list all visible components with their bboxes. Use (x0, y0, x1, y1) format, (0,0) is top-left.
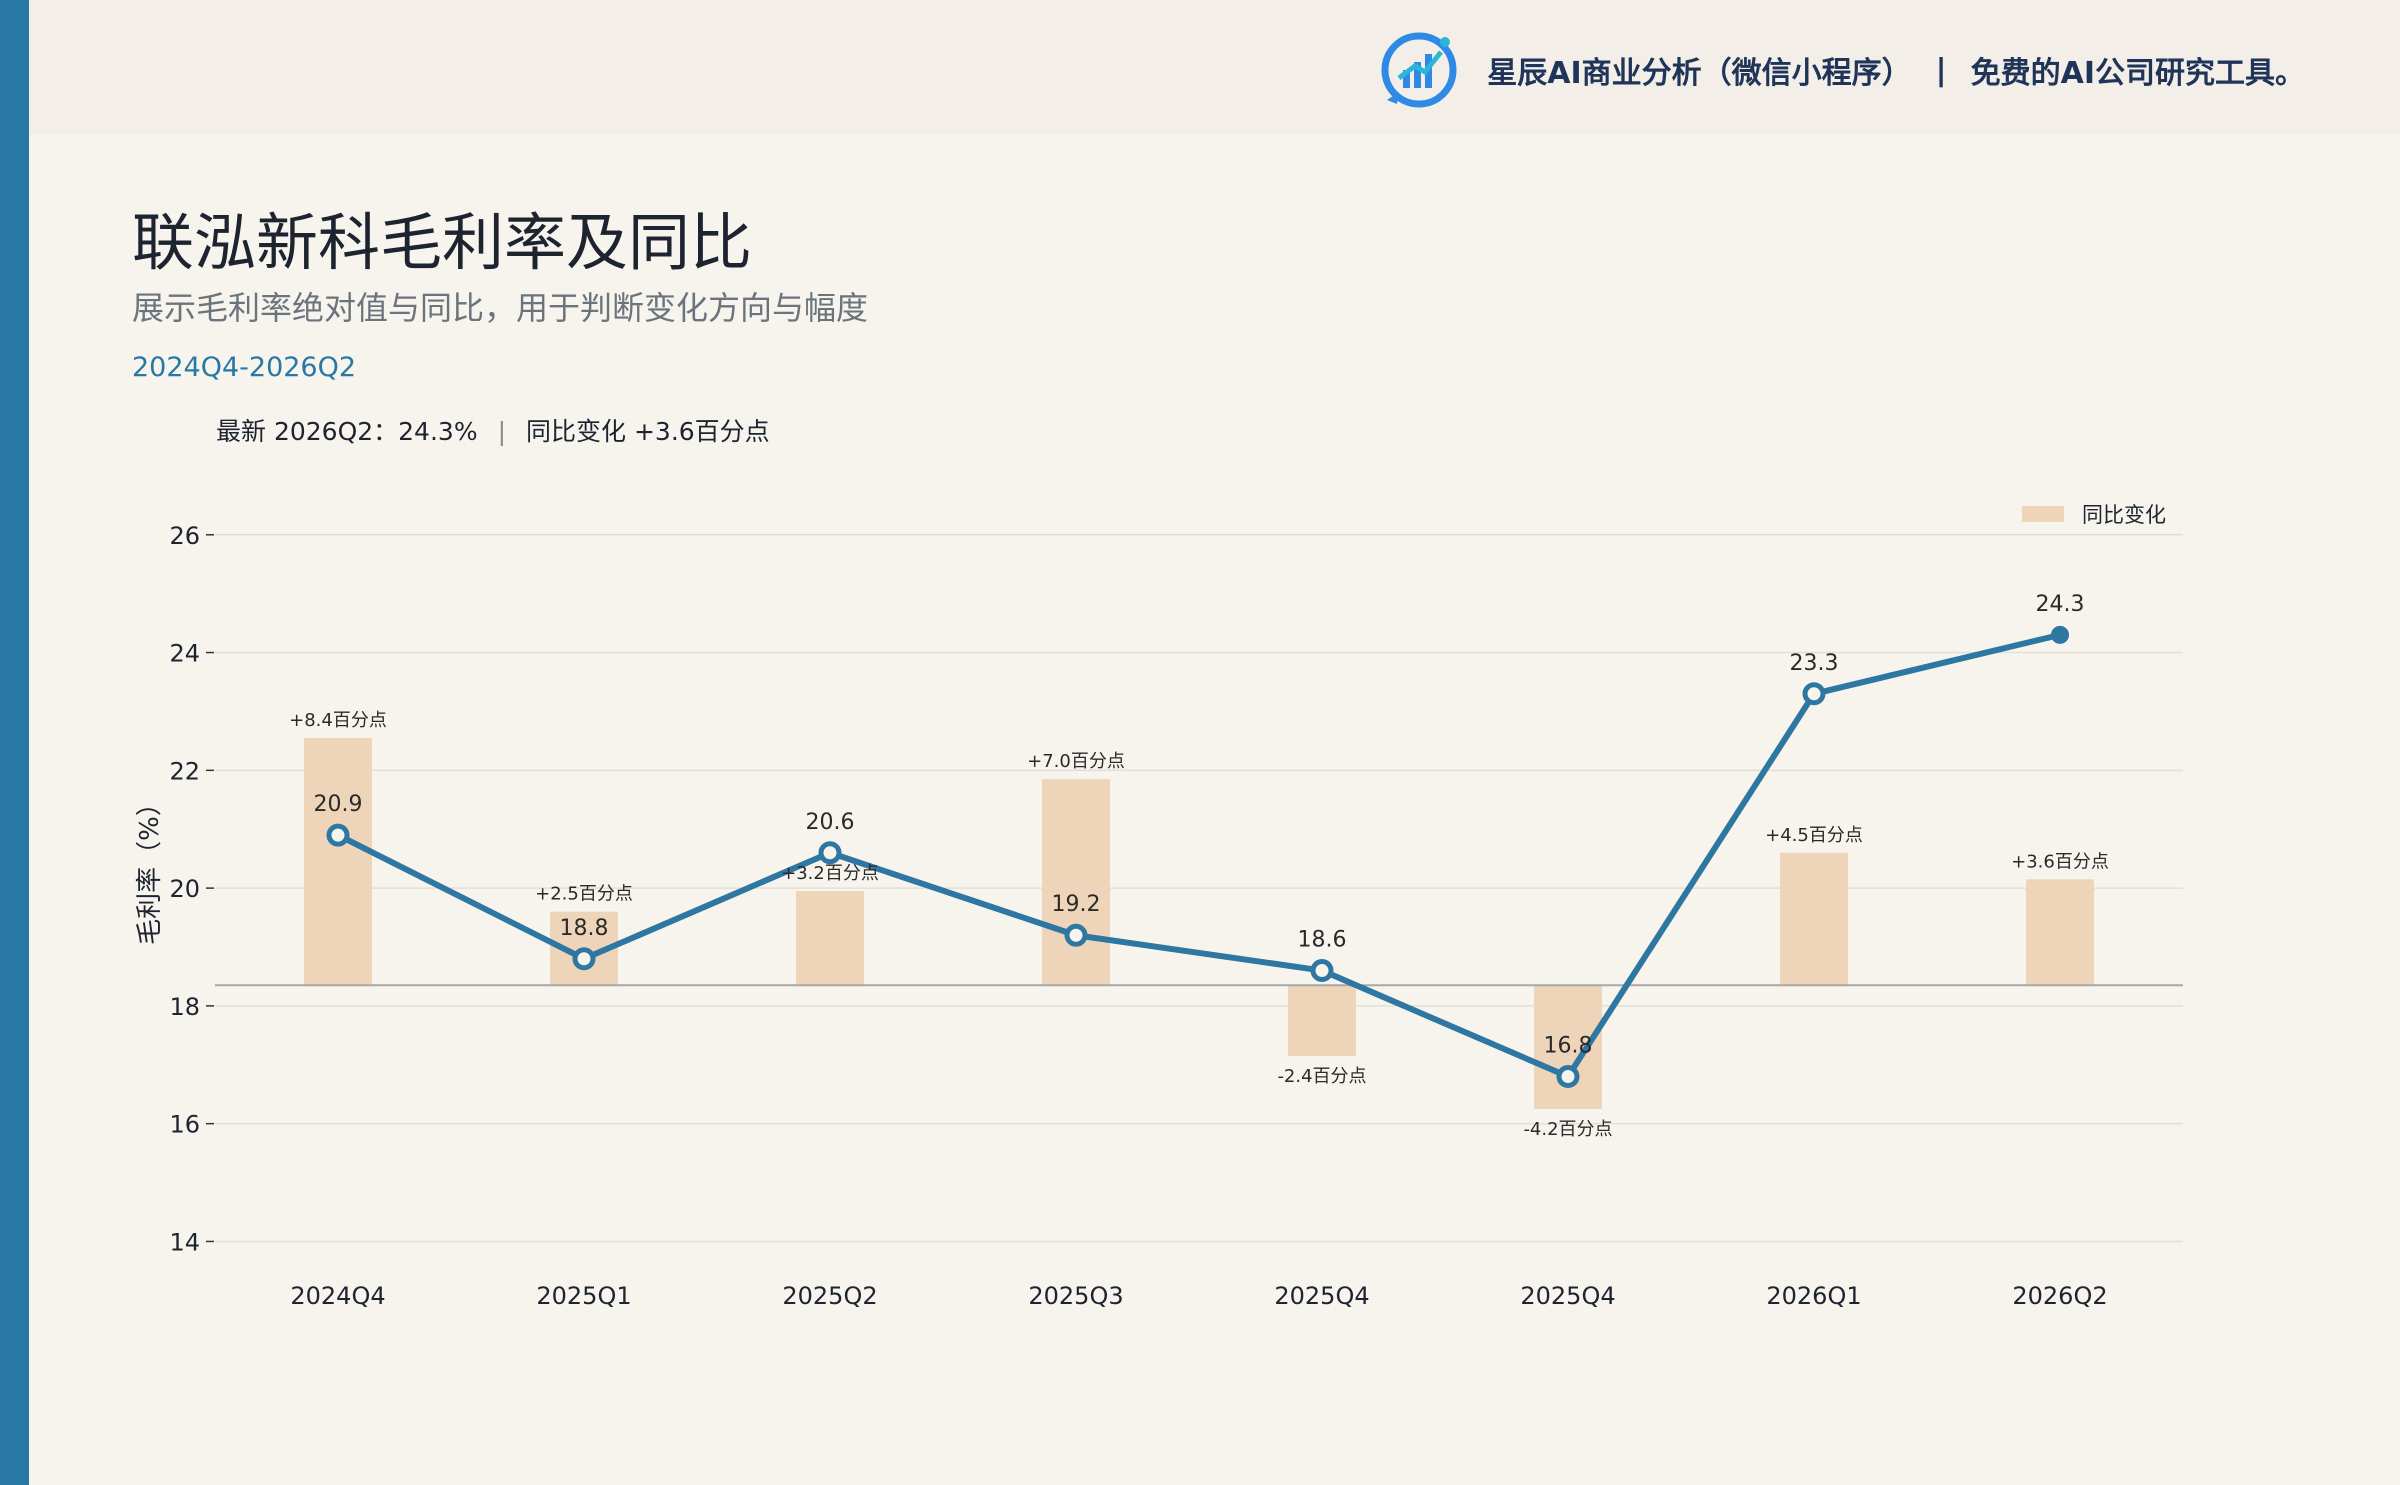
line-point (1064, 923, 1088, 947)
line-value-label: 19.2 (1052, 892, 1101, 917)
line-value-label: 23.3 (1790, 651, 1839, 676)
x-tick-label: 2025Q1 (536, 1282, 631, 1310)
yoy-bar-label: +7.0百分点 (1027, 751, 1125, 772)
line-point (2051, 625, 2069, 644)
line-point (1310, 959, 1334, 983)
yoy-bar (1288, 985, 1356, 1056)
x-tick-label: 2025Q3 (1028, 1282, 1123, 1310)
yoy-bar-label: -4.2百分点 (1523, 1119, 1612, 1140)
y-axis-title: 毛利率（%） (135, 790, 165, 945)
y-tick-label: 22 (169, 757, 200, 785)
yoy-bar (304, 737, 372, 986)
line-value-label: 16.8 (1544, 1034, 1593, 1059)
line-point (1802, 682, 1826, 706)
x-tick-label: 2025Q2 (782, 1282, 877, 1310)
yoy-bar-label: +3.2百分点 (781, 863, 879, 884)
yoy-bar-label: +2.5百分点 (535, 884, 633, 905)
line-point (818, 841, 842, 865)
y-tick-label: 24 (169, 640, 200, 668)
x-tick-label: 2026Q1 (1766, 1282, 1861, 1310)
x-tick-label: 2025Q4 (1520, 1282, 1615, 1310)
yoy-bar-label: +3.6百分点 (2011, 851, 2109, 872)
yoy-bar (1780, 852, 1848, 986)
legend-label: 同比变化 (2082, 503, 2166, 527)
line-value-label: 20.9 (314, 792, 363, 817)
line-point (326, 823, 350, 847)
yoy-bar (1042, 779, 1110, 986)
x-tick-label: 2024Q4 (290, 1282, 385, 1310)
line-value-label: 18.8 (560, 916, 609, 941)
line-value-label: 24.3 (2036, 592, 2085, 617)
line-value-label: 20.6 (806, 810, 855, 835)
yoy-bar (2026, 879, 2094, 986)
grid-layer (215, 534, 2183, 1243)
y-tick-label: 16 (169, 1111, 200, 1139)
line-point (572, 947, 596, 971)
line-point (1556, 1065, 1580, 1089)
legend-layer: 同比变化 (2022, 503, 2166, 527)
y-tick-label: 14 (169, 1228, 200, 1256)
x-tick-label: 2025Q4 (1274, 1282, 1369, 1310)
yoy-bar-label: +8.4百分点 (289, 710, 387, 731)
yoy-bar (796, 891, 864, 986)
yoy-bar-label: -2.4百分点 (1277, 1066, 1366, 1087)
y-tick-label: 26 (169, 522, 200, 550)
y-tick-label: 18 (169, 993, 200, 1021)
y-tick-label: 20 (169, 875, 200, 903)
x-tick-label: 2026Q2 (2012, 1282, 2107, 1310)
yoy-bar-label: +4.5百分点 (1765, 825, 1863, 846)
line-value-label: 18.6 (1298, 928, 1347, 953)
legend-swatch (2022, 506, 2064, 522)
gross-margin-chart: +8.4百分点 +2.5百分点 +3.2百分点 +7.0百分点 -2.4百分点 -4.2百… (135, 503, 2183, 1310)
